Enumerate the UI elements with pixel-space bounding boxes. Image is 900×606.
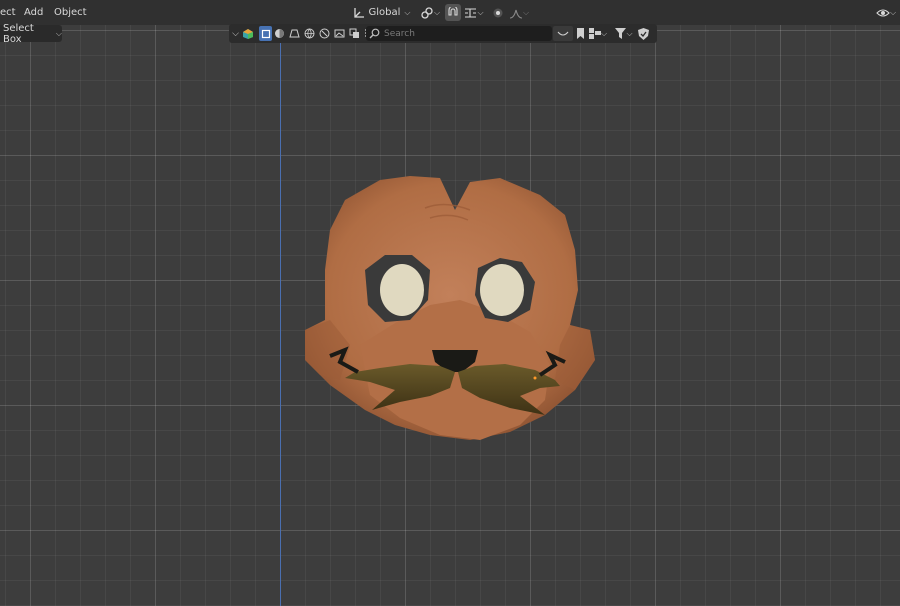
chevron-down-icon: ⌵ — [522, 7, 530, 17]
render-layer-icon[interactable] — [348, 26, 361, 41]
proportional-edit-icon — [493, 8, 503, 17]
filter-funnel-icon — [615, 28, 627, 39]
snap-target-icon — [465, 7, 477, 18]
filter-dropdown[interactable]: ⌵ — [613, 26, 635, 41]
visibility-dropdown[interactable]: ⌵ — [873, 4, 899, 21]
viewport-header: ect Add Object Global ⌵ ⌵ ⌵ ⌵ ⌵ — [0, 0, 900, 25]
snap-target-dropdown[interactable]: ⌵ — [462, 4, 486, 21]
snap-magnet-icon — [448, 6, 458, 16]
eye-left — [380, 264, 424, 316]
search-icon — [369, 28, 380, 39]
chevron-down-icon: ⌵ — [433, 7, 441, 17]
proportional-edit-toggle[interactable] — [490, 4, 506, 21]
bookmark-icon[interactable] — [574, 26, 587, 41]
sync-toggle-icon[interactable] — [553, 26, 573, 41]
eye-right — [480, 264, 524, 316]
transform-orientation-dropdown[interactable]: Global ⌵ — [350, 4, 412, 21]
visibility-eye-icon — [876, 8, 890, 17]
snap-toggle[interactable] — [445, 4, 461, 21]
image-icon[interactable] — [333, 26, 346, 41]
light-probe-icon[interactable] — [288, 26, 301, 41]
search-input[interactable] — [366, 26, 552, 41]
menu-add[interactable]: Add — [24, 6, 43, 20]
transform-orientation-label: Global — [368, 7, 401, 18]
pivot-point-dropdown[interactable]: ⌵ — [418, 4, 442, 21]
chevron-down-icon: ⌵ — [55, 28, 62, 38]
transform-axes-icon — [353, 7, 364, 18]
object-origin — [533, 376, 537, 380]
menu-select[interactable]: ect — [0, 6, 16, 20]
chevron-down-icon: ⌵ — [889, 7, 897, 17]
solid-shading-icon[interactable] — [273, 26, 286, 41]
select-box-mode-icon[interactable] — [259, 26, 272, 41]
proportional-falloff-dropdown[interactable]: ⌵ — [508, 4, 530, 21]
menu-object[interactable]: Object — [54, 6, 87, 20]
display-mode-dropdown[interactable]: ⌵ — [587, 26, 609, 41]
select-mode-dropdown[interactable]: Select Box ⌵ — [0, 22, 62, 45]
shield-icon[interactable] — [637, 26, 650, 41]
select-mode-label: Select Box — [3, 22, 34, 45]
mask-model[interactable] — [0, 0, 900, 606]
falloff-curve-icon — [509, 9, 523, 19]
pivot-link-icon — [421, 6, 433, 19]
render-globe-icon[interactable] — [318, 26, 331, 41]
object-type-icon[interactable] — [241, 26, 254, 41]
chevron-down-icon: ⌵ — [477, 7, 484, 17]
world-icon[interactable] — [303, 26, 316, 41]
chevron-down-icon: ⌵ — [404, 7, 411, 17]
